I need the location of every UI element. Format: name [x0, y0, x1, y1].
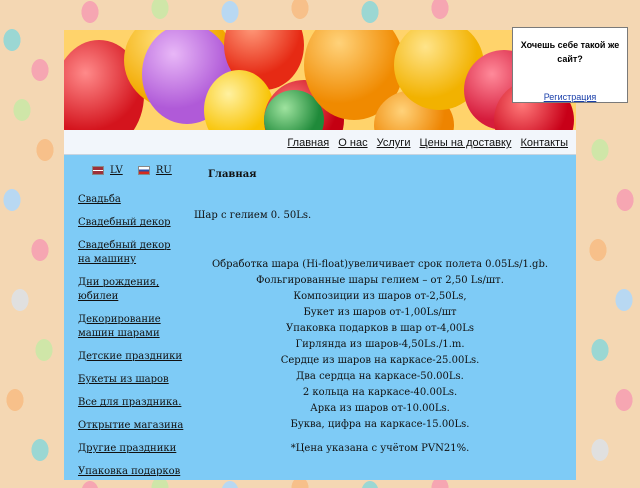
latvia-flag-icon [92, 166, 104, 175]
price-line: Гирлянда из шаров-4,50Ls./1.m. [295, 339, 465, 350]
lang-ru[interactable]: RU [156, 165, 172, 176]
sidebar-item-wedding[interactable]: Свадьба [78, 193, 184, 207]
nav-delivery-prices[interactable]: Цены на доставку [420, 137, 512, 149]
language-switcher: LV RU [92, 165, 184, 179]
sidebar-item-party-supplies[interactable]: Все для праздника. [78, 396, 184, 410]
price-line: Буква, цифра на каркасе-15.00Ls. [290, 419, 470, 430]
sidebar-item-balloon-bouquets[interactable]: Букеты из шаров [78, 373, 184, 387]
russia-flag-icon [137, 166, 150, 175]
header-banner [64, 30, 576, 130]
price-line: Обработка шара (Hi-float)увеличивает сро… [211, 259, 549, 270]
nav-home[interactable]: Главная [287, 137, 329, 149]
main-panel: LV RU Свадьба Свадебный декор Свадебный … [64, 155, 576, 480]
price-line: Упаковка подарков в шар от-4,00Ls [285, 323, 475, 334]
price-line: Композиции из шаров от-2,50Ls, [293, 291, 467, 302]
sidebar: LV RU Свадьба Свадебный декор Свадебный … [78, 165, 184, 488]
price-line: Два сердца на каркасе-50.00Ls. [296, 371, 464, 382]
popup-question: Хочешь себе такой же сайт? [520, 40, 620, 64]
vat-note: *Цена указана с учётом PVN21%. [290, 443, 470, 454]
top-nav: Главная О нас Услуги Цены на доставку Ко… [64, 130, 576, 155]
price-line: Арка из шаров от-10.00Ls. [310, 403, 450, 414]
sidebar-item-store-opening[interactable]: Открытие магазина [78, 419, 184, 433]
price-line: 2 кольца на каркасе-40.00Ls. [302, 387, 458, 398]
nav-contacts[interactable]: Контакты [520, 137, 568, 149]
price-list: Обработка шара (Hi-float)увеличивает сро… [194, 257, 566, 433]
register-link[interactable]: Регистрация [513, 92, 627, 102]
sidebar-item-birthdays[interactable]: Дни рождения, юбилеи [78, 276, 184, 304]
nav-services[interactable]: Услуги [377, 137, 411, 149]
price-line: Сердце из шаров на каркасе-25.00Ls. [280, 355, 480, 366]
sidebar-item-other-holidays[interactable]: Другие праздники [78, 442, 184, 456]
price-line: Фольгированные шары гелием – от 2,50 Ls/… [256, 275, 504, 286]
register-popup: Хочешь себе такой же сайт? Регистрация [512, 27, 628, 103]
nav-about[interactable]: О нас [338, 137, 367, 149]
price-helium-balloon: Шар с гелием 0. 50Ls. [194, 210, 312, 221]
sidebar-item-wedding-car-decor[interactable]: Свадебный декор на машину [78, 239, 184, 267]
content-area: Главная Шар с гелием 0. 50Ls. Обработка … [194, 169, 566, 454]
sidebar-item-gift-wrapping[interactable]: Упаковка подарков [78, 465, 184, 479]
lang-lv[interactable]: LV [110, 165, 123, 176]
sidebar-item-wedding-decor[interactable]: Свадебный декор [78, 216, 184, 230]
sidebar-item-car-balloon-decor[interactable]: Декорирование машин шарами [78, 313, 184, 341]
sidebar-item-kids-parties[interactable]: Детские праздники [78, 350, 184, 364]
price-line: Букет из шаров от-1,00Ls/шт [303, 307, 457, 318]
page-title: Главная [208, 169, 257, 180]
